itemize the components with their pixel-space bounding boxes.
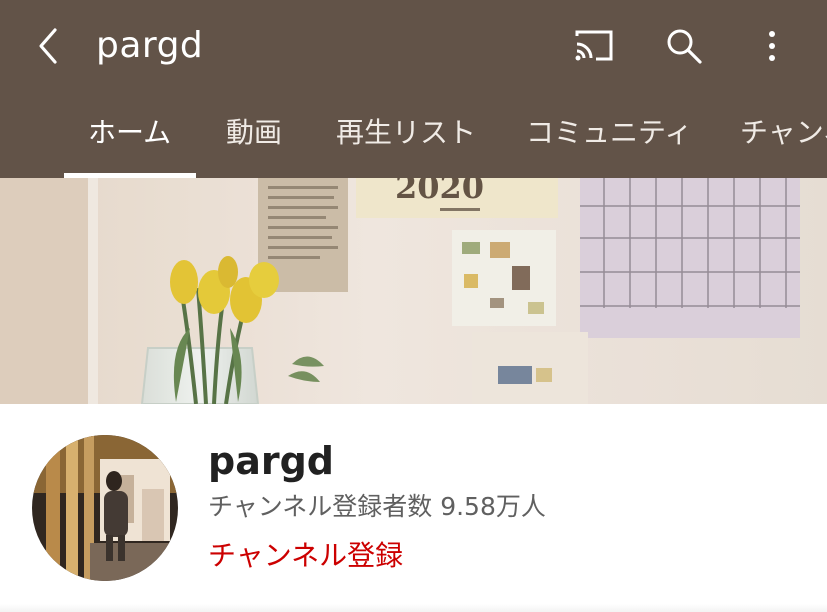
tab-videos[interactable]: 動画 — [226, 100, 282, 178]
cast-icon — [575, 30, 613, 61]
subscribe-button[interactable]: チャンネル登録 — [208, 534, 403, 578]
channel-banner: 2020 — [0, 178, 827, 404]
more-vertical-icon — [769, 31, 775, 61]
content-fade — [0, 604, 827, 612]
banner-image: 2020 — [0, 178, 827, 404]
search-icon — [667, 29, 702, 64]
more-options-button[interactable] — [746, 22, 798, 70]
back-button[interactable] — [24, 20, 72, 72]
cast-button[interactable] — [568, 22, 620, 70]
tab-channels[interactable]: チャンネ — [740, 100, 827, 178]
channel-tabs: ホーム 動画 再生リスト コミュニティ チャンネ — [0, 100, 827, 178]
search-button[interactable] — [658, 22, 710, 70]
youtube-channel-screen: pargd ホーム 動画 再生リスト コミュニティ チャン 2020 pargd… — [0, 0, 827, 612]
subscriber-count: チャンネル登録者数 9.58万人 — [208, 492, 546, 521]
avatar-image — [32, 435, 178, 581]
channel-avatar[interactable] — [32, 435, 178, 581]
channel-name: pargd — [208, 439, 334, 483]
tab-playlists[interactable]: 再生リスト — [336, 100, 476, 178]
tab-home[interactable]: ホーム — [88, 100, 171, 178]
chevron-left-icon — [39, 28, 57, 64]
tab-community[interactable]: コミュニティ — [526, 100, 692, 178]
header-title: pargd — [96, 25, 204, 66]
channel-header: pargd ホーム 動画 再生リスト コミュニティ チャン — [0, 0, 827, 178]
